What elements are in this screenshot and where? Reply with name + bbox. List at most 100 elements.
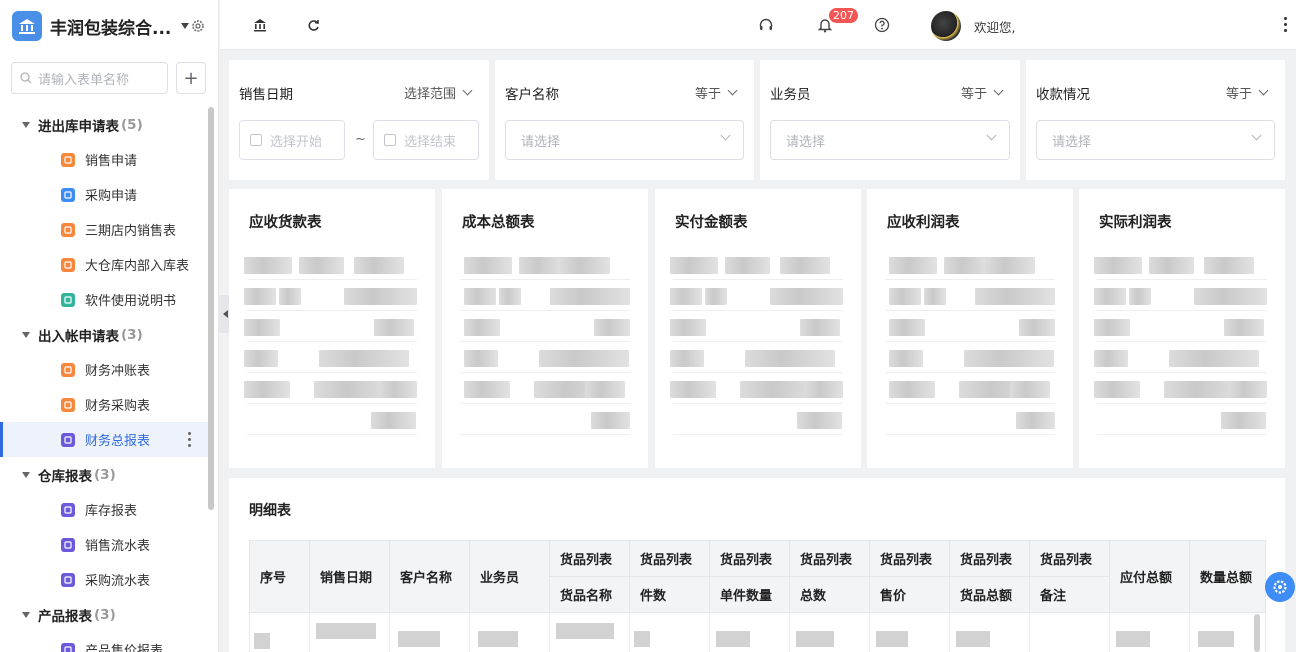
tree-item[interactable]: 销售流水表: [0, 527, 210, 562]
end-date-input[interactable]: 选择结束: [373, 120, 479, 160]
tree-item[interactable]: 三期店内销售表: [0, 212, 210, 247]
sub-header-cell[interactable]: 货品总额: [949, 576, 1030, 613]
chevron-down-icon: [986, 130, 997, 141]
headset-icon[interactable]: [758, 17, 774, 33]
redacted-value: [670, 350, 704, 367]
header-cell[interactable]: 客户名称: [389, 540, 470, 613]
tree-item-label: 采购流水表: [85, 574, 151, 589]
group-header-cell: 货品列表: [869, 540, 950, 577]
salesperson-select[interactable]: 请选择: [770, 120, 1010, 160]
group-count: (3): [121, 326, 143, 343]
tree-item[interactable]: 采购流水表: [0, 562, 210, 597]
tree-item[interactable]: 库存报表: [0, 492, 210, 527]
redacted-value: [705, 288, 727, 305]
tree-item[interactable]: 销售申请: [0, 142, 210, 177]
summary-card: 应收利润表: [867, 189, 1073, 468]
sidebar-scrollbar[interactable]: [208, 107, 214, 510]
filter-operator-dropdown[interactable]: 等于: [960, 83, 1004, 102]
cart-icon: [61, 187, 75, 202]
header-cell[interactable]: 序号: [249, 540, 310, 613]
group-label: 产品报表: [38, 608, 92, 625]
redacted-value: [344, 288, 417, 305]
group-label: 进出库申请表: [38, 118, 119, 135]
redacted-value: [1194, 288, 1267, 305]
sub-header-cell[interactable]: 货品名称: [549, 576, 630, 613]
customer-select[interactable]: 请选择: [505, 120, 744, 160]
expand-caret-icon[interactable]: [22, 121, 30, 128]
sub-header-cell[interactable]: 备注: [1029, 576, 1110, 613]
filter-operator-label: 等于: [1225, 87, 1252, 102]
app-switch-caret-icon[interactable]: [181, 23, 190, 29]
select-placeholder: 请选择: [786, 134, 826, 150]
group-label: 仓库报表: [38, 468, 92, 485]
tree-group[interactable]: 产品报表 (3): [0, 597, 210, 632]
redacted-value: [244, 319, 280, 336]
calendar-icon: [384, 134, 396, 146]
table-scrollbar[interactable]: [1254, 614, 1260, 652]
start-date-input[interactable]: 选择开始: [239, 120, 345, 160]
row-divider: [885, 403, 1055, 404]
expand-caret-icon[interactable]: [22, 471, 30, 478]
header-cell[interactable]: 数量总额: [1189, 540, 1266, 613]
refresh-icon[interactable]: [305, 17, 321, 33]
form-tree: 进出库申请表 (5) 销售申请 采购申请三期店内销售表大仓库内部入库表 软件使用说明书出…: [0, 107, 210, 652]
header-cell[interactable]: 业务员: [469, 540, 550, 613]
welcome-text: 欢迎您,: [974, 20, 1016, 35]
start-date-placeholder: 选择开始: [270, 134, 323, 150]
tree-group[interactable]: 进出库申请表 (5): [0, 107, 210, 142]
card-title: 应收货款表: [249, 215, 322, 231]
app-title[interactable]: 丰润包装综合...: [50, 14, 171, 39]
item-more-icon[interactable]: [188, 432, 192, 447]
tree-item[interactable]: 财务采购表: [0, 387, 210, 422]
tree-item-label: 产品售价报表: [85, 644, 164, 652]
chart-icon: [61, 537, 75, 552]
redacted-value: [519, 257, 564, 274]
group-header-cell: 货品列表: [1029, 540, 1110, 577]
expand-caret-icon[interactable]: [22, 611, 30, 618]
summary-card: 实际利润表: [1079, 189, 1285, 468]
form-search-input[interactable]: 请输入表单名称: [11, 62, 169, 94]
header-cell[interactable]: 销售日期: [309, 540, 390, 613]
sub-header-cell[interactable]: 件数: [629, 576, 710, 613]
payment-status-select[interactable]: 请选择: [1036, 120, 1275, 160]
tree-group[interactable]: 仓库报表 (3): [0, 457, 210, 492]
tree-item[interactable]: 产品售价报表: [0, 632, 210, 652]
settings-gear-icon[interactable]: [190, 18, 206, 34]
filter-customer-name: 客户名称 等于 请选择: [495, 60, 754, 180]
sub-header-cell[interactable]: 单件数量: [709, 576, 790, 613]
redacted-value: [670, 288, 702, 305]
tree-item-label: 三期店内销售表: [85, 224, 177, 239]
filter-operator-dropdown[interactable]: 选择范围: [404, 83, 473, 102]
sub-header-cell[interactable]: 总数: [789, 576, 870, 613]
tree-item[interactable]: 大仓库内部入库表: [0, 247, 210, 282]
user-avatar[interactable]: [931, 11, 961, 41]
tree-item[interactable]: 采购申请: [0, 177, 210, 212]
tree-group[interactable]: 出入帐申请表 (3): [0, 317, 210, 352]
help-icon[interactable]: [874, 17, 890, 33]
bank-icon[interactable]: [252, 17, 268, 33]
filter-operator-dropdown[interactable]: 等于: [695, 83, 738, 102]
redacted-value: [1010, 381, 1050, 398]
filter-operator-label: 等于: [960, 87, 987, 102]
tree-item[interactable]: 财务总报表: [0, 422, 210, 457]
filter-label: 客户名称: [505, 87, 559, 103]
filter-label: 业务员: [770, 87, 811, 103]
end-date-placeholder: 选择结束: [404, 134, 457, 150]
summary-card: 成本总额表: [442, 189, 648, 468]
group-count: (3): [94, 606, 116, 623]
filter-operator-dropdown[interactable]: 等于: [1225, 83, 1269, 102]
redacted-value: [1094, 381, 1140, 398]
sub-header-cell[interactable]: 售价: [869, 576, 950, 613]
tree-item[interactable]: 软件使用说明书: [0, 282, 210, 317]
redacted-value: [924, 288, 946, 305]
more-menu-icon[interactable]: [1284, 17, 1287, 32]
table-row[interactable]: [249, 612, 1266, 652]
filter-label: 销售日期: [239, 87, 293, 103]
filter-label: 收款情况: [1036, 87, 1090, 103]
bank-logo-icon: [12, 11, 42, 41]
header-cell[interactable]: 应付总额: [1109, 540, 1190, 613]
expand-caret-icon[interactable]: [22, 331, 30, 338]
floating-settings-button[interactable]: [1265, 572, 1295, 602]
add-form-button[interactable]: +: [176, 62, 206, 94]
tree-item[interactable]: 财务冲账表: [0, 352, 210, 387]
